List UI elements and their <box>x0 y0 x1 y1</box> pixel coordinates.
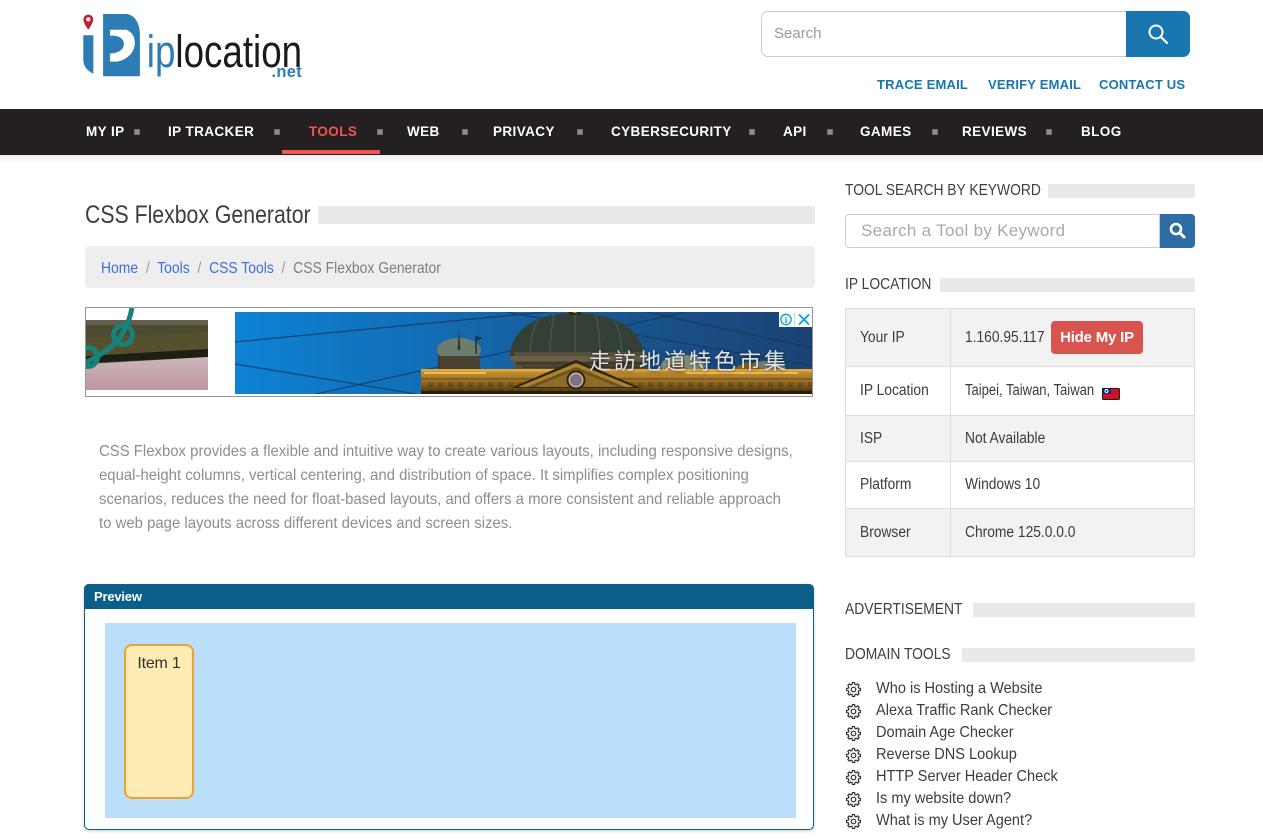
svg-text:.net: .net <box>271 63 302 81</box>
